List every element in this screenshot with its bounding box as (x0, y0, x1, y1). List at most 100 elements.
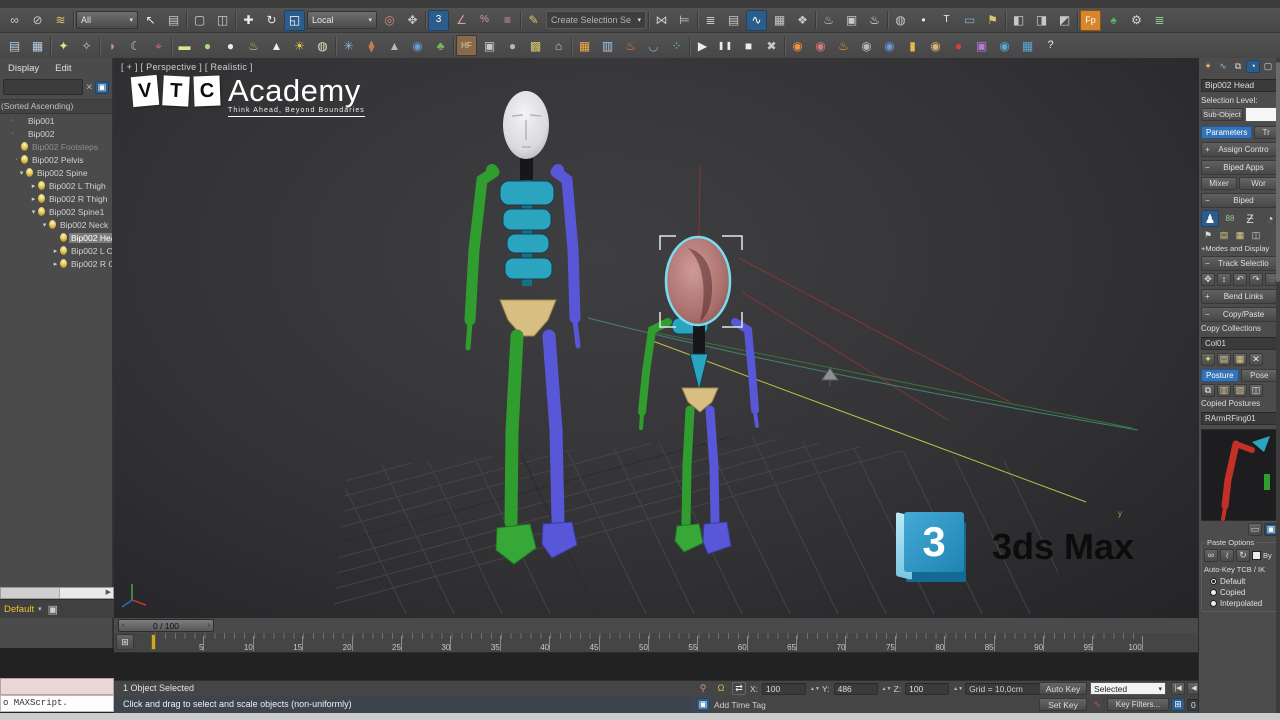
footstep-mode-icon[interactable]: 88 (1221, 210, 1239, 227)
utility-tile-icon[interactable]: ▣ (479, 35, 500, 56)
time-slider-handle[interactable]: ‹ 0 / 100 › (118, 619, 214, 632)
workbench-button[interactable]: Wor (1239, 177, 1278, 190)
toolbar-icon[interactable] (235, 11, 236, 29)
render-production-icon[interactable]: ♨ (864, 10, 885, 31)
layer-manager-icon[interactable]: ≣ (700, 10, 721, 31)
toolbar-icon[interactable] (520, 11, 521, 29)
select-and-manipulate-icon[interactable]: ✥ (402, 10, 423, 31)
building-object-icon[interactable]: ⌂ (548, 35, 569, 56)
radio-icon[interactable] (1210, 589, 1217, 596)
sun-light-icon[interactable]: ☀ (289, 35, 310, 56)
go-start-icon[interactable]: |◀ (1171, 682, 1185, 695)
light-create-icon[interactable]: ✧ (76, 35, 97, 56)
layer-explorer-icon[interactable]: ▦ (27, 35, 48, 56)
rollout-bend-links[interactable]: +Bend Links (1201, 289, 1278, 304)
set-key-button[interactable]: Set Key (1039, 698, 1087, 711)
select-by-name-icon[interactable]: ▤ (163, 10, 184, 31)
select-and-rotate-icon[interactable]: ↻ (261, 10, 282, 31)
toolbar-icon[interactable] (689, 37, 690, 55)
red-ball-icon[interactable]: ● (948, 35, 969, 56)
lightbulb-icon[interactable] (26, 168, 33, 177)
sim-window-icon[interactable]: ▥ (597, 35, 618, 56)
rollout-track-selection[interactable]: −Track Selectio (1201, 256, 1278, 271)
paste-horizontal-icon[interactable]: ∞ (1204, 549, 1218, 562)
toolbar-icon[interactable] (1005, 11, 1006, 29)
modes-and-display-label[interactable]: +Modes and Display (1201, 244, 1278, 253)
rollout-biped[interactable]: −Biped (1201, 193, 1278, 208)
expand-arrow-icon[interactable]: · (8, 117, 17, 124)
track-bar[interactable]: ⊞ 51015202530354045505560657075808590951… (114, 633, 1198, 653)
fumefx-icon[interactable]: Fp (1080, 10, 1101, 31)
sim-grid-icon[interactable]: ▦ (574, 35, 595, 56)
time-slider-track[interactable]: ‹ 0 / 100 › (114, 618, 1198, 634)
pause-sim-icon[interactable]: ❚❚ (715, 35, 736, 56)
tools-wrench-icon[interactable]: ⚙ (1126, 10, 1147, 31)
sort-header[interactable]: (Sorted Ascending) (0, 99, 112, 114)
beer-mug-icon[interactable]: ▮ (902, 35, 923, 56)
box-primitive-icon[interactable]: ▬ (174, 35, 195, 56)
state-set-c-icon[interactable]: ◩ (1054, 10, 1075, 31)
delete-collection-icon[interactable]: ✕ (1249, 353, 1263, 366)
tree-item[interactable]: · Bip002 Pelvis (0, 153, 112, 166)
edit-named-sets-icon[interactable]: ✎ (523, 10, 544, 31)
lightbulb-icon[interactable] (60, 233, 67, 242)
toolbar-icon[interactable] (99, 37, 100, 55)
lightbulb-icon[interactable] (60, 246, 67, 255)
pose-tab[interactable]: Pose (1241, 369, 1278, 382)
sand-icon[interactable]: ◉ (925, 35, 946, 56)
lightbulb-icon[interactable] (38, 194, 45, 203)
body-vertical-icon[interactable]: ↕ (1217, 273, 1231, 286)
posture-tab[interactable]: Posture (1201, 369, 1239, 382)
lightbulb-icon[interactable] (21, 155, 28, 164)
buffer-mode-icon[interactable]: ⚑ (1201, 229, 1215, 242)
cube-icon[interactable]: ▣ (48, 603, 58, 616)
schematic-view-icon[interactable]: ▦ (769, 10, 790, 31)
select-and-scale-icon[interactable]: ◱ (284, 10, 305, 31)
hf-plugin-icon[interactable]: HF (456, 35, 477, 56)
torus-primitive-icon[interactable]: ◍ (312, 35, 333, 56)
select-icon[interactable]: ▣ (95, 81, 109, 94)
current-frame-marker[interactable] (151, 634, 156, 650)
mixer-button[interactable]: Mixer (1201, 177, 1237, 190)
tower-object-icon[interactable]: ▲ (384, 35, 405, 56)
explorer-menu-item[interactable]: Display (8, 63, 39, 74)
tree-item[interactable]: ▸ Bip002 L Thigh (0, 179, 112, 192)
liquid-icon[interactable]: ◉ (879, 35, 900, 56)
paste-radio-option[interactable]: Default (1204, 576, 1275, 587)
help-icon[interactable]: ? (1040, 35, 1061, 56)
tree-item[interactable]: Bip002 Footsteps (0, 140, 112, 153)
unlink-selection-icon[interactable]: ⊘ (27, 10, 48, 31)
particles-icon[interactable]: ✳ (338, 35, 359, 56)
tree-item[interactable]: ▸ Bip002 R Thigh (0, 192, 112, 205)
x-coordinate-field[interactable]: 100 (762, 683, 806, 695)
camera-create-icon[interactable]: ⌖ (148, 35, 169, 56)
search-input[interactable] (3, 79, 83, 95)
tree-item[interactable]: ▸ Bip002 L Cl (0, 244, 112, 257)
x-spinner[interactable]: ▲▼ (810, 687, 818, 691)
dot-tool-icon[interactable]: • (913, 10, 934, 31)
toolbar-icon[interactable] (453, 37, 454, 55)
material-editor-icon[interactable]: ❖ (792, 10, 813, 31)
y-spinner[interactable]: ▲▼ (882, 687, 890, 691)
prev-frame-arrow-icon[interactable]: ‹ (122, 622, 124, 629)
panel-scrollbar-thumb[interactable] (1276, 62, 1280, 282)
toolbar-icon[interactable] (1077, 11, 1078, 29)
toolbar-icon[interactable] (697, 11, 698, 29)
paste-checkbox[interactable] (1252, 551, 1261, 560)
toolbar-icon[interactable] (571, 37, 572, 55)
delete-posture-icon[interactable]: ◫ (1249, 384, 1263, 397)
toolbar-icon[interactable] (171, 37, 172, 55)
expand-arrow-icon[interactable]: ▸ (51, 260, 60, 268)
lock-com-icon[interactable]: ↷ (1249, 273, 1263, 286)
select-and-move-icon[interactable]: ✚ (238, 10, 259, 31)
motion-flow-icon[interactable]: Ƶ (1241, 210, 1259, 227)
checker-map-icon[interactable]: ▩ (525, 35, 546, 56)
rendered-frame-icon[interactable]: ▣ (841, 10, 862, 31)
tree-item[interactable]: ▾ Bip002 Spine (0, 166, 112, 179)
scroll-right-icon[interactable]: ▶ (104, 588, 113, 598)
y-coordinate-field[interactable]: 486 (834, 683, 878, 695)
paste-radio-option[interactable]: Interpolated (1204, 598, 1275, 609)
fire-sim-icon[interactable]: ♨ (620, 35, 641, 56)
foam-sim-icon[interactable]: ⁘ (666, 35, 687, 56)
next-frame-arrow-icon[interactable]: › (208, 622, 210, 629)
